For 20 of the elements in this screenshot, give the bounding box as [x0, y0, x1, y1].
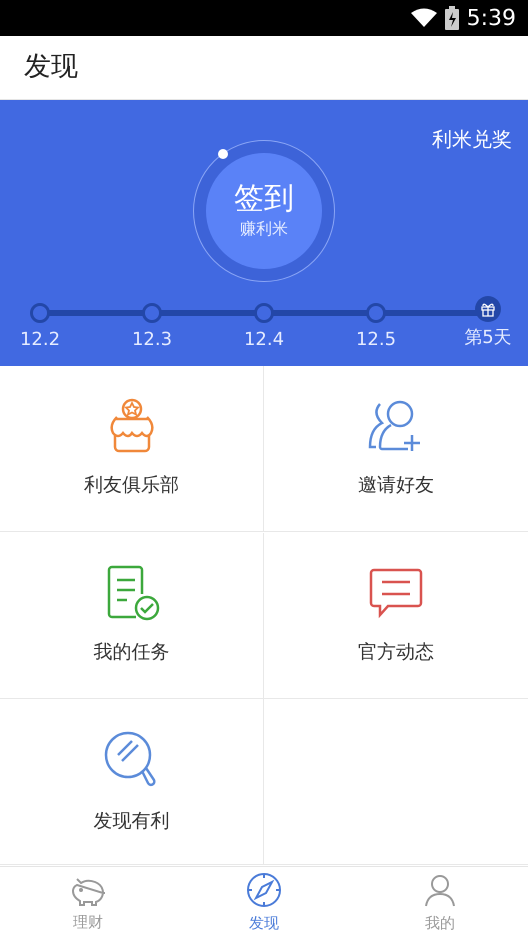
- timeline-label: 第5天: [464, 326, 512, 350]
- timeline-label: 12.2: [20, 328, 60, 352]
- feature-tile[interactable]: 官方动态: [358, 564, 434, 666]
- person-icon: [422, 872, 458, 908]
- feature-tile[interactable]: 邀请好友: [358, 397, 434, 500]
- checkin-button[interactable]: 签到 赚利米: [206, 153, 322, 269]
- battery-icon: [444, 6, 459, 30]
- feature-tile[interactable]: 发现有利: [94, 728, 170, 836]
- feature-tile[interactable]: 利友俱乐部: [84, 397, 179, 500]
- nav-tab[interactable]: 发现: [176, 867, 352, 940]
- wifi-icon: [410, 8, 437, 28]
- page-title: 发现: [24, 50, 78, 84]
- timeline-label: 12.3: [132, 328, 172, 352]
- exchange-link[interactable]: 利米兑奖: [432, 124, 512, 154]
- feature-tile[interactable]: 我的任务: [94, 564, 170, 666]
- compass-icon: [246, 872, 282, 908]
- status-time: 5:39: [466, 4, 516, 32]
- gift-icon: [475, 296, 501, 322]
- timeline-label: 12.4: [244, 328, 284, 352]
- timeline-label: 12.5: [356, 328, 396, 352]
